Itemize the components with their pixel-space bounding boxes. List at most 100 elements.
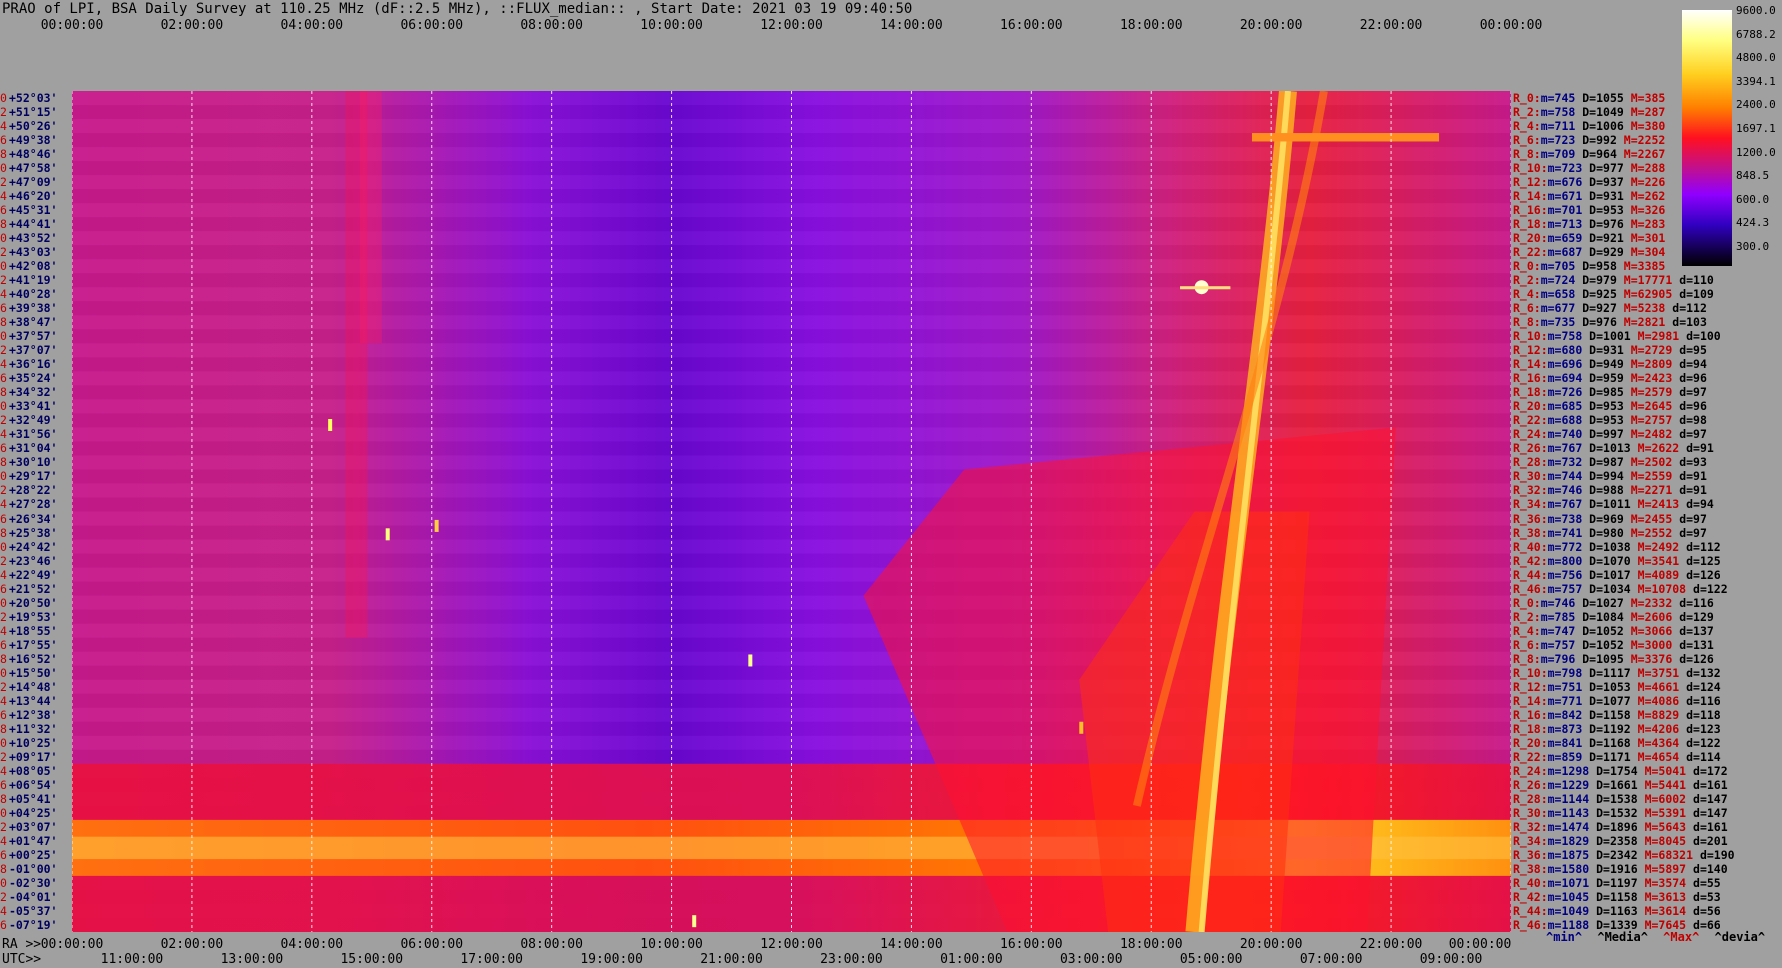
top-tick-label: 20:00:00	[1239, 18, 1303, 33]
statistic-mn: m=1474	[1547, 819, 1590, 834]
beam-index: 0	[0, 539, 7, 554]
statistic-mx: M=2809	[1623, 357, 1673, 372]
statistic-mn: m=785	[1540, 609, 1576, 624]
statistics-row: R_4:m=658 D=925 M=62905 d=109	[1513, 287, 1714, 301]
beam-index: 4	[0, 693, 7, 708]
declination-value: +48°46'	[9, 147, 58, 162]
beam-index: 2	[0, 609, 7, 624]
utc-tick-label: 21:00:00	[700, 952, 763, 967]
statistic-dv: d=112	[1679, 539, 1721, 554]
top-tick-label: 06:00:00	[400, 18, 464, 33]
statistic-mn: m=740	[1547, 427, 1583, 442]
statistic-mx: M=2579	[1623, 385, 1673, 400]
beam-index: 0	[0, 469, 7, 484]
statistic-md: D=931	[1582, 343, 1624, 358]
statistics-row: R_14:m=696 D=949 M=2809 d=94	[1513, 357, 1707, 371]
statistic-md: D=988	[1582, 483, 1624, 498]
utc-tick-label: 01:00:00	[940, 952, 1003, 967]
statistic-r: R_18:	[1513, 721, 1548, 736]
declination-row-label: 6 +21°52'	[0, 582, 57, 596]
statistic-md: D=1158	[1582, 707, 1631, 722]
statistic-mn: m=745	[1540, 91, 1576, 105]
statistic-r: R_42:	[1513, 889, 1548, 904]
statistic-r: R_40:	[1513, 539, 1548, 554]
statistic-md: D=1013	[1582, 441, 1631, 456]
declination-value: +37°07'	[9, 343, 58, 358]
beam-index: 0	[0, 91, 7, 105]
statistic-mn: m=723	[1540, 133, 1576, 148]
statistic-md: D=1661	[1589, 777, 1638, 792]
beam-index: 2	[0, 819, 7, 834]
declination-row-label: 2 +43°03'	[0, 245, 57, 259]
statistic-md: D=929	[1582, 245, 1624, 260]
declination-value: +37°57'	[9, 329, 58, 344]
statistic-dv: d=97	[1672, 511, 1707, 526]
beam-index: 4	[0, 567, 7, 582]
statistic-mn: m=771	[1547, 693, 1583, 708]
statistic-mx: M=304	[1623, 245, 1666, 260]
declination-value: +30°10'	[9, 455, 58, 470]
statistic-mn: m=746	[1547, 483, 1583, 498]
statistic-dv: d=124	[1679, 679, 1721, 694]
statistic-dv: d=201	[1686, 833, 1728, 848]
statistic-dv: d=161	[1686, 777, 1728, 792]
statistic-mn: m=873	[1547, 721, 1583, 736]
statistic-mx: M=17771	[1616, 273, 1673, 288]
declination-row-label: 2 +28°22'	[0, 483, 57, 497]
statistics-row: R_24:m=1298 D=1754 M=5041 d=172	[1513, 764, 1728, 778]
statistic-md: D=980	[1582, 525, 1624, 540]
declination-row-label: 2 -04°01'	[0, 890, 57, 904]
statistic-md: D=959	[1582, 371, 1624, 386]
statistic-mx: M=2645	[1623, 399, 1673, 414]
declination-value: +25°38'	[9, 525, 58, 540]
colorbar-tick-label: 848.5	[1736, 169, 1770, 183]
statistic-dv: d=96	[1672, 399, 1707, 414]
ra-tick-label: 02:00:00	[160, 937, 224, 952]
statistic-dv: d=126	[1679, 567, 1721, 582]
statistic-md: D=1034	[1582, 581, 1631, 596]
statistic-r: R_24:	[1513, 763, 1548, 778]
statistics-row: R_30:m=1143 D=1532 M=5391 d=147	[1513, 806, 1728, 820]
statistic-mx: M=380	[1623, 119, 1666, 134]
statistic-mx: M=2821	[1616, 315, 1666, 330]
beam-index: 6	[0, 203, 7, 218]
statistic-md: D=997	[1582, 427, 1624, 442]
statistic-dv: d=114	[1679, 749, 1721, 764]
declination-row-label: 0 +04°25'	[0, 806, 57, 820]
utc-tick-label: 05:00:00	[1179, 952, 1243, 967]
statistic-mx: M=2492	[1630, 539, 1680, 554]
declination-row-label: 4 +13°44'	[0, 694, 57, 708]
statistic-mn: m=747	[1540, 623, 1576, 638]
statistics-row: R_12:m=751 D=1053 M=4661 d=124	[1513, 680, 1721, 694]
statistic-md: D=1197	[1589, 875, 1638, 890]
statistic-md: D=953	[1582, 203, 1624, 218]
ra-tick-label: 12:00:00	[760, 937, 823, 952]
declination-row-label: 4 +46°20'	[0, 189, 57, 203]
statistic-r: R_46:	[1513, 917, 1548, 932]
declination-value: +15°50'	[9, 665, 58, 680]
statistic-mn: m=676	[1547, 175, 1583, 190]
statistic-mx: M=2552	[1623, 525, 1673, 540]
statistic-md: D=2342	[1589, 847, 1638, 862]
declination-row-label: 2 +32°49'	[0, 413, 57, 427]
beam-index: 8	[0, 791, 7, 806]
statistic-mx: M=283	[1623, 217, 1666, 232]
statistic-mn: m=726	[1547, 385, 1583, 400]
statistic-mx: M=2757	[1623, 413, 1673, 428]
declination-value: +33°41'	[9, 399, 58, 414]
utc-axis-prefix: UTC>>	[2, 952, 42, 967]
beam-index: 4	[0, 287, 7, 302]
declination-row-label: 8 +44°41'	[0, 217, 57, 231]
statistic-r: R_28:	[1513, 791, 1548, 806]
statistic-dv: d=91	[1672, 483, 1707, 498]
statistic-md: D=1053	[1582, 679, 1631, 694]
statistic-mn: m=738	[1547, 511, 1583, 526]
statistics-row: R_42:m=800 D=1070 M=3541 d=125	[1513, 554, 1721, 568]
declination-value: -01°00'	[9, 861, 58, 876]
colorbar-tick-label: 2400.0	[1736, 98, 1776, 112]
statistic-md: D=1052	[1575, 623, 1624, 638]
statistic-r: R_36:	[1513, 847, 1548, 862]
statistics-row: R_34:m=767 D=1011 M=2413 d=94	[1513, 497, 1714, 511]
declination-value: +46°20'	[9, 189, 58, 204]
statistic-r: R_0:	[1513, 91, 1541, 105]
